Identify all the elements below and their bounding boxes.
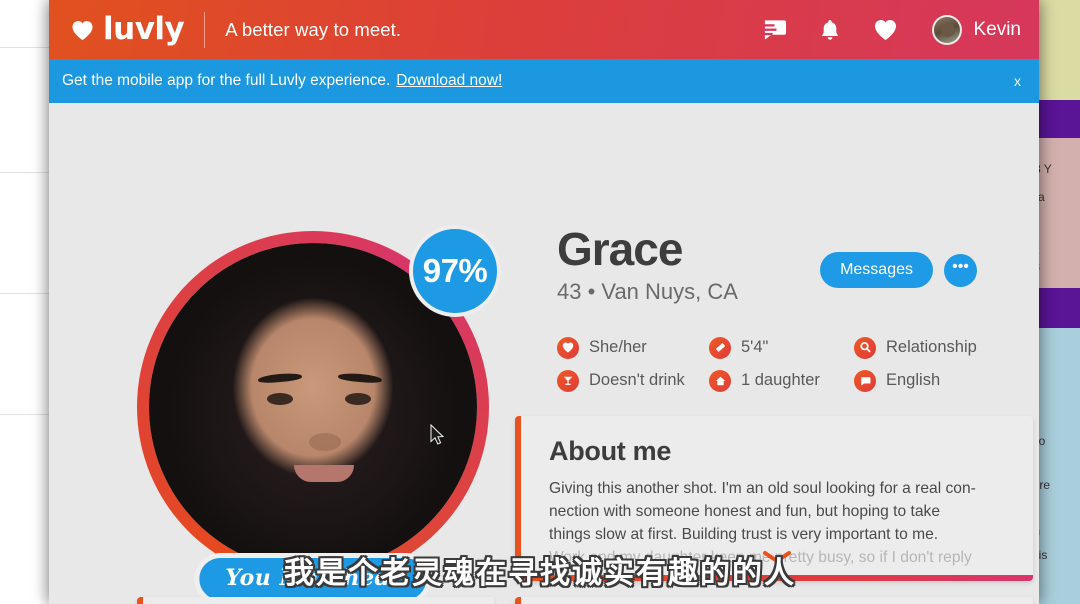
- attribute-she-her: She/her: [557, 331, 709, 364]
- card-accent-bar: [521, 575, 1033, 581]
- messages-icon[interactable]: [762, 19, 787, 41]
- about-line: nection with someone honest and fun, but…: [549, 503, 940, 521]
- bg-card-line: M: [0, 261, 54, 281]
- bg-card-title: alsa Ba: [0, 199, 54, 216]
- mobile-app-promo-banner: Get the mobile app for the full Luvly ex…: [49, 59, 1039, 103]
- attribute-children: 1 daughter: [709, 364, 854, 397]
- home-icon: [709, 369, 731, 392]
- download-now-link[interactable]: Download now!: [396, 72, 502, 90]
- screen: l - 40 of dad ,406) rk · 174, 0 25 orful…: [0, 0, 1080, 604]
- profile-photo-block: 97% You Matched!: [137, 225, 501, 604]
- attribute-label: 5'4": [741, 338, 769, 356]
- profile-attributes: She/her 5'4" Relationship Doesn't drink …: [557, 331, 1037, 397]
- top-navigation-bar: luvly A better way to meet. Kevin: [49, 0, 1039, 59]
- bg-card-line: rk · 174,: [0, 99, 54, 119]
- more-options-button[interactable]: •••: [944, 253, 977, 287]
- chevron-down-icon[interactable]: [762, 550, 792, 569]
- nav-actions: Kevin: [762, 14, 1021, 45]
- profile-header: Grace 43 • Van Nuys, CA Messages •••: [557, 225, 1025, 305]
- heart-icon: [557, 336, 579, 359]
- heart-logo-icon: [71, 20, 94, 41]
- bg-card-line: 45AM: [0, 382, 54, 402]
- bg-card-line: 0 25: [0, 119, 54, 139]
- luvly-app-window: luvly A better way to meet. Kevin Get th…: [49, 0, 1039, 604]
- attribute-label: She/her: [589, 338, 647, 356]
- tagline: A better way to meet.: [225, 18, 402, 40]
- close-icon[interactable]: x: [1014, 73, 1021, 89]
- profile-actions: Messages •••: [820, 252, 977, 288]
- bg-left-header: l - 40 of: [0, 22, 56, 48]
- perfect-date-card: My perfect date is: [515, 597, 1033, 604]
- magnifier-icon: [854, 336, 876, 359]
- likes-heart-icon[interactable]: [873, 19, 898, 41]
- cocktail-icon: [557, 369, 579, 392]
- bg-card-line: orful arc: [0, 139, 54, 159]
- bg-card-line: ,446): [0, 221, 54, 241]
- mouse-cursor: [430, 423, 445, 451]
- bg-card-line: th break: [0, 484, 54, 524]
- bg-left-card: dad ,406) rk · 174, 0 25 orful arc: [0, 48, 56, 173]
- background-page-left: l - 40 of dad ,406) rk · 174, 0 25 orful…: [0, 0, 56, 604]
- messages-button[interactable]: Messages: [820, 252, 933, 288]
- profile-content: 97% You Matched! Grace 43 • Van Nuys, CA…: [49, 103, 1039, 604]
- about-line: things slow at first. Building trust is …: [549, 526, 939, 544]
- speech-bubble-icon: [854, 369, 876, 392]
- attribute-drinking: Doesn't drink: [557, 364, 709, 397]
- attribute-label: English: [886, 371, 941, 389]
- bg-card-line: 72): [0, 463, 54, 483]
- attribute-looking-for: Relationship: [854, 331, 1037, 364]
- about-line: Giving this another shot. I'm an old sou…: [549, 480, 976, 497]
- bg-left-card: osa 72) th break: [0, 415, 56, 535]
- user-menu[interactable]: Kevin: [932, 14, 1021, 45]
- attribute-label: Doesn't drink: [589, 371, 685, 389]
- bg-card-line: ,406): [0, 79, 54, 99]
- user-name: Kevin: [973, 18, 1021, 40]
- bg-card-title: ani Ca: [0, 320, 54, 337]
- bg-card-line: nos #2-2: [0, 241, 54, 261]
- bg-left-card: alsa Ba ,446) nos #2-2 M: [0, 173, 56, 294]
- match-percent-badge: 97%: [409, 225, 501, 317]
- about-me-card: About me Giving this another shot. I'm a…: [515, 416, 1033, 581]
- brand-divider: [204, 11, 206, 48]
- bg-card-title: dad: [0, 57, 54, 74]
- bg-fragment: 3 Y: [1034, 162, 1052, 176]
- attribute-label: Relationship: [886, 338, 977, 356]
- attribute-height: 5'4": [709, 331, 854, 364]
- notifications-bell-icon[interactable]: [821, 19, 839, 41]
- bg-card-line: Jo39-12: [0, 362, 54, 382]
- bg-card-line: 06): [0, 342, 54, 362]
- attribute-language: English: [854, 364, 1037, 397]
- ruler-icon: [709, 336, 731, 359]
- photos-card: Photos: [137, 597, 494, 604]
- bg-left-card: ani Ca 06) Jo39-12 45AM: [0, 294, 56, 416]
- brand-logo[interactable]: luvly: [71, 11, 185, 47]
- promo-text: Get the mobile app for the full Luvly ex…: [62, 72, 391, 89]
- brand-name: luvly: [103, 11, 185, 47]
- avatar: [932, 14, 963, 45]
- attribute-label: 1 daughter: [741, 371, 820, 389]
- card-title: About me: [549, 436, 672, 466]
- bg-card-title: osa: [0, 441, 54, 458]
